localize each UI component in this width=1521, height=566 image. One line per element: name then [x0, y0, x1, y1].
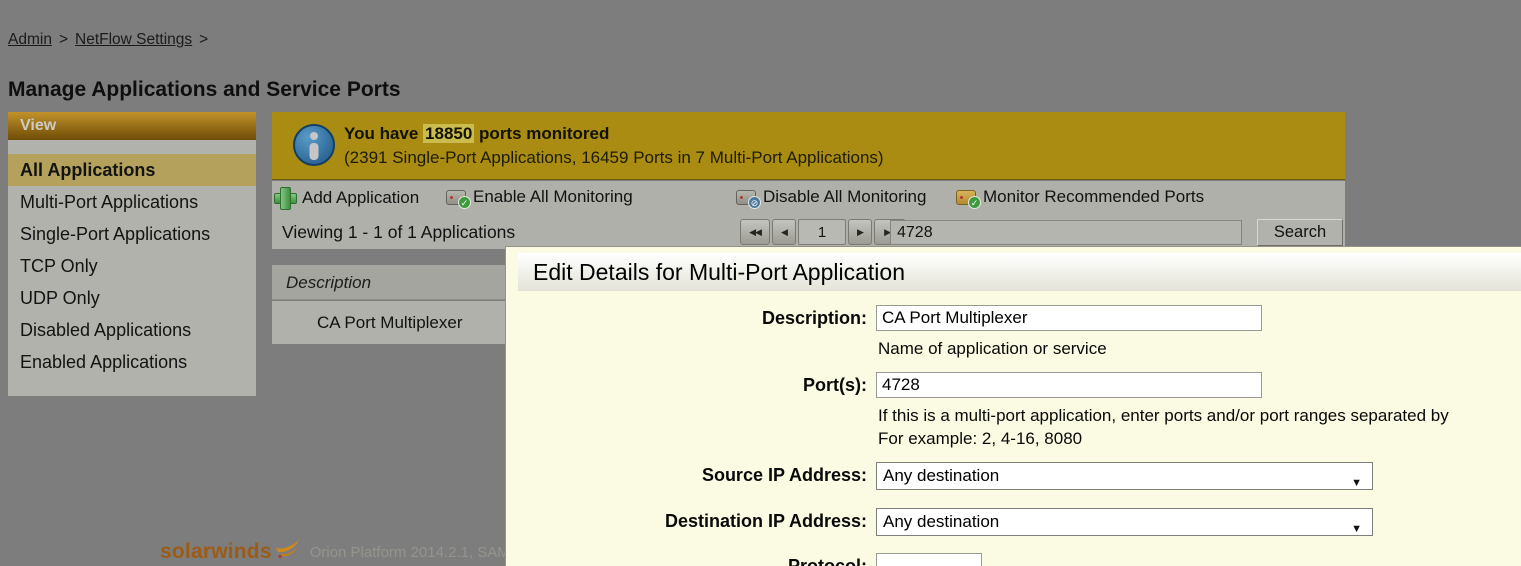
device-check-icon: ✓ [446, 189, 471, 209]
banner-headline: You have 18850 ports monitored [344, 124, 609, 144]
chevron-down-icon: ▼ [1351, 523, 1362, 535]
ports-label: Port(s): [803, 375, 867, 395]
sidebar-item-tcp-only[interactable]: TCP Only [8, 250, 256, 282]
screen: Admin > NetFlow Settings > Manage Applicati… [0, 0, 1521, 566]
ports-monitored-banner: You have 18850 ports monitored (2391 Sin… [272, 112, 1345, 180]
description-input[interactable] [876, 305, 1262, 331]
breadcrumb-link-netflow-settings[interactable]: NetFlow Settings [75, 31, 192, 48]
previous-page-button[interactable]: ◀ [772, 219, 796, 245]
destination-ip-select[interactable]: Any destination ▼ [876, 508, 1373, 536]
ports-help-text-line2: For example: 2, 4-16, 8080 [878, 429, 1083, 448]
device-recommended-icon: ✓ [956, 189, 981, 209]
page-number-input[interactable] [798, 219, 846, 245]
platform-version-text: Orion Platform 2014.2.1, SAM [309, 543, 510, 561]
sidebar: All Applications Multi-Port Applications… [8, 140, 256, 396]
info-icon [293, 124, 335, 166]
page-title: Manage Applications and Service Ports [8, 78, 401, 101]
add-application-label: Add Application [302, 187, 420, 207]
search-button[interactable]: Search [1257, 219, 1343, 246]
ports-help-text-line1: If this is a multi-port application, ent… [878, 406, 1449, 425]
source-ip-label: Source IP Address: [701, 465, 867, 485]
search-input[interactable] [890, 220, 1242, 245]
add-application-button[interactable]: Add Application [274, 187, 420, 210]
listing-controls-row: Viewing 1 - 1 of 1 Applications ◀◀ ◀ ▶ ▶… [272, 216, 1345, 249]
solarwinds-swoosh-icon [275, 540, 299, 559]
destination-ip-selected-value: Any destination [883, 512, 1000, 531]
destination-ip-label: Destination IP Address: [664, 511, 867, 531]
monitor-recommended-ports-button[interactable]: ✓ Monitor Recommended Ports [956, 187, 1205, 209]
banner-suffix: ports monitored [474, 124, 610, 143]
next-page-button[interactable]: ▶ [848, 219, 872, 245]
disable-all-monitoring-label: Disable All Monitoring [763, 187, 927, 206]
sidebar-view-header: View [8, 112, 256, 140]
footer: solarwinds Orion Platform 2014.2.1, SAM [160, 540, 510, 564]
dialog-title: Edit Details for Multi-Port Application [518, 253, 1521, 291]
solarwinds-logo: solarwinds [160, 540, 272, 563]
plus-icon [274, 187, 297, 210]
source-ip-select[interactable]: Any destination ▼ [876, 462, 1373, 490]
protocol-input[interactable] [876, 553, 982, 566]
edit-details-dialog: Edit Details for Multi-Port Application … [505, 246, 1521, 566]
viewing-count-text: Viewing 1 - 1 of 1 Applications [282, 222, 516, 242]
protocol-label: Protocol: [788, 556, 867, 566]
breadcrumb-separator: > [199, 31, 209, 48]
monitor-recommended-ports-label: Monitor Recommended Ports [983, 187, 1205, 206]
enable-all-monitoring-button[interactable]: ✓ Enable All Monitoring [446, 187, 633, 209]
disable-all-monitoring-button[interactable]: ⊘ Disable All Monitoring [736, 187, 927, 209]
ports-input[interactable] [876, 372, 1262, 398]
banner-detail: (2391 Single-Port Applications, 16459 Po… [344, 148, 884, 167]
toolbar: Add Application ✓ Enable All Monitoring … [272, 181, 1345, 216]
banner-prefix: You have [344, 124, 424, 143]
enable-all-monitoring-label: Enable All Monitoring [473, 187, 633, 206]
breadcrumb-link-admin[interactable]: Admin [8, 31, 52, 48]
sidebar-item-single-port-applications[interactable]: Single-Port Applications [8, 218, 256, 250]
breadcrumb-separator: > [58, 31, 68, 48]
sidebar-item-disabled-applications[interactable]: Disabled Applications [8, 314, 256, 346]
pagination: ◀◀ ◀ ▶ ▶▶ [740, 219, 906, 245]
device-block-icon: ⊘ [736, 189, 761, 209]
description-label: Description: [761, 308, 867, 328]
banner-count-highlight: 18850 [423, 124, 475, 143]
sidebar-item-all-applications[interactable]: All Applications [8, 154, 256, 186]
breadcrumb: Admin > NetFlow Settings > [8, 31, 215, 49]
sidebar-item-multi-port-applications[interactable]: Multi-Port Applications [8, 186, 256, 218]
sidebar-item-enabled-applications[interactable]: Enabled Applications [8, 346, 256, 378]
description-help-text: Name of application or service [878, 339, 1107, 358]
sidebar-item-udp-only[interactable]: UDP Only [8, 282, 256, 314]
chevron-down-icon: ▼ [1351, 477, 1362, 489]
source-ip-selected-value: Any destination [883, 466, 1000, 485]
first-page-button[interactable]: ◀◀ [740, 219, 770, 245]
